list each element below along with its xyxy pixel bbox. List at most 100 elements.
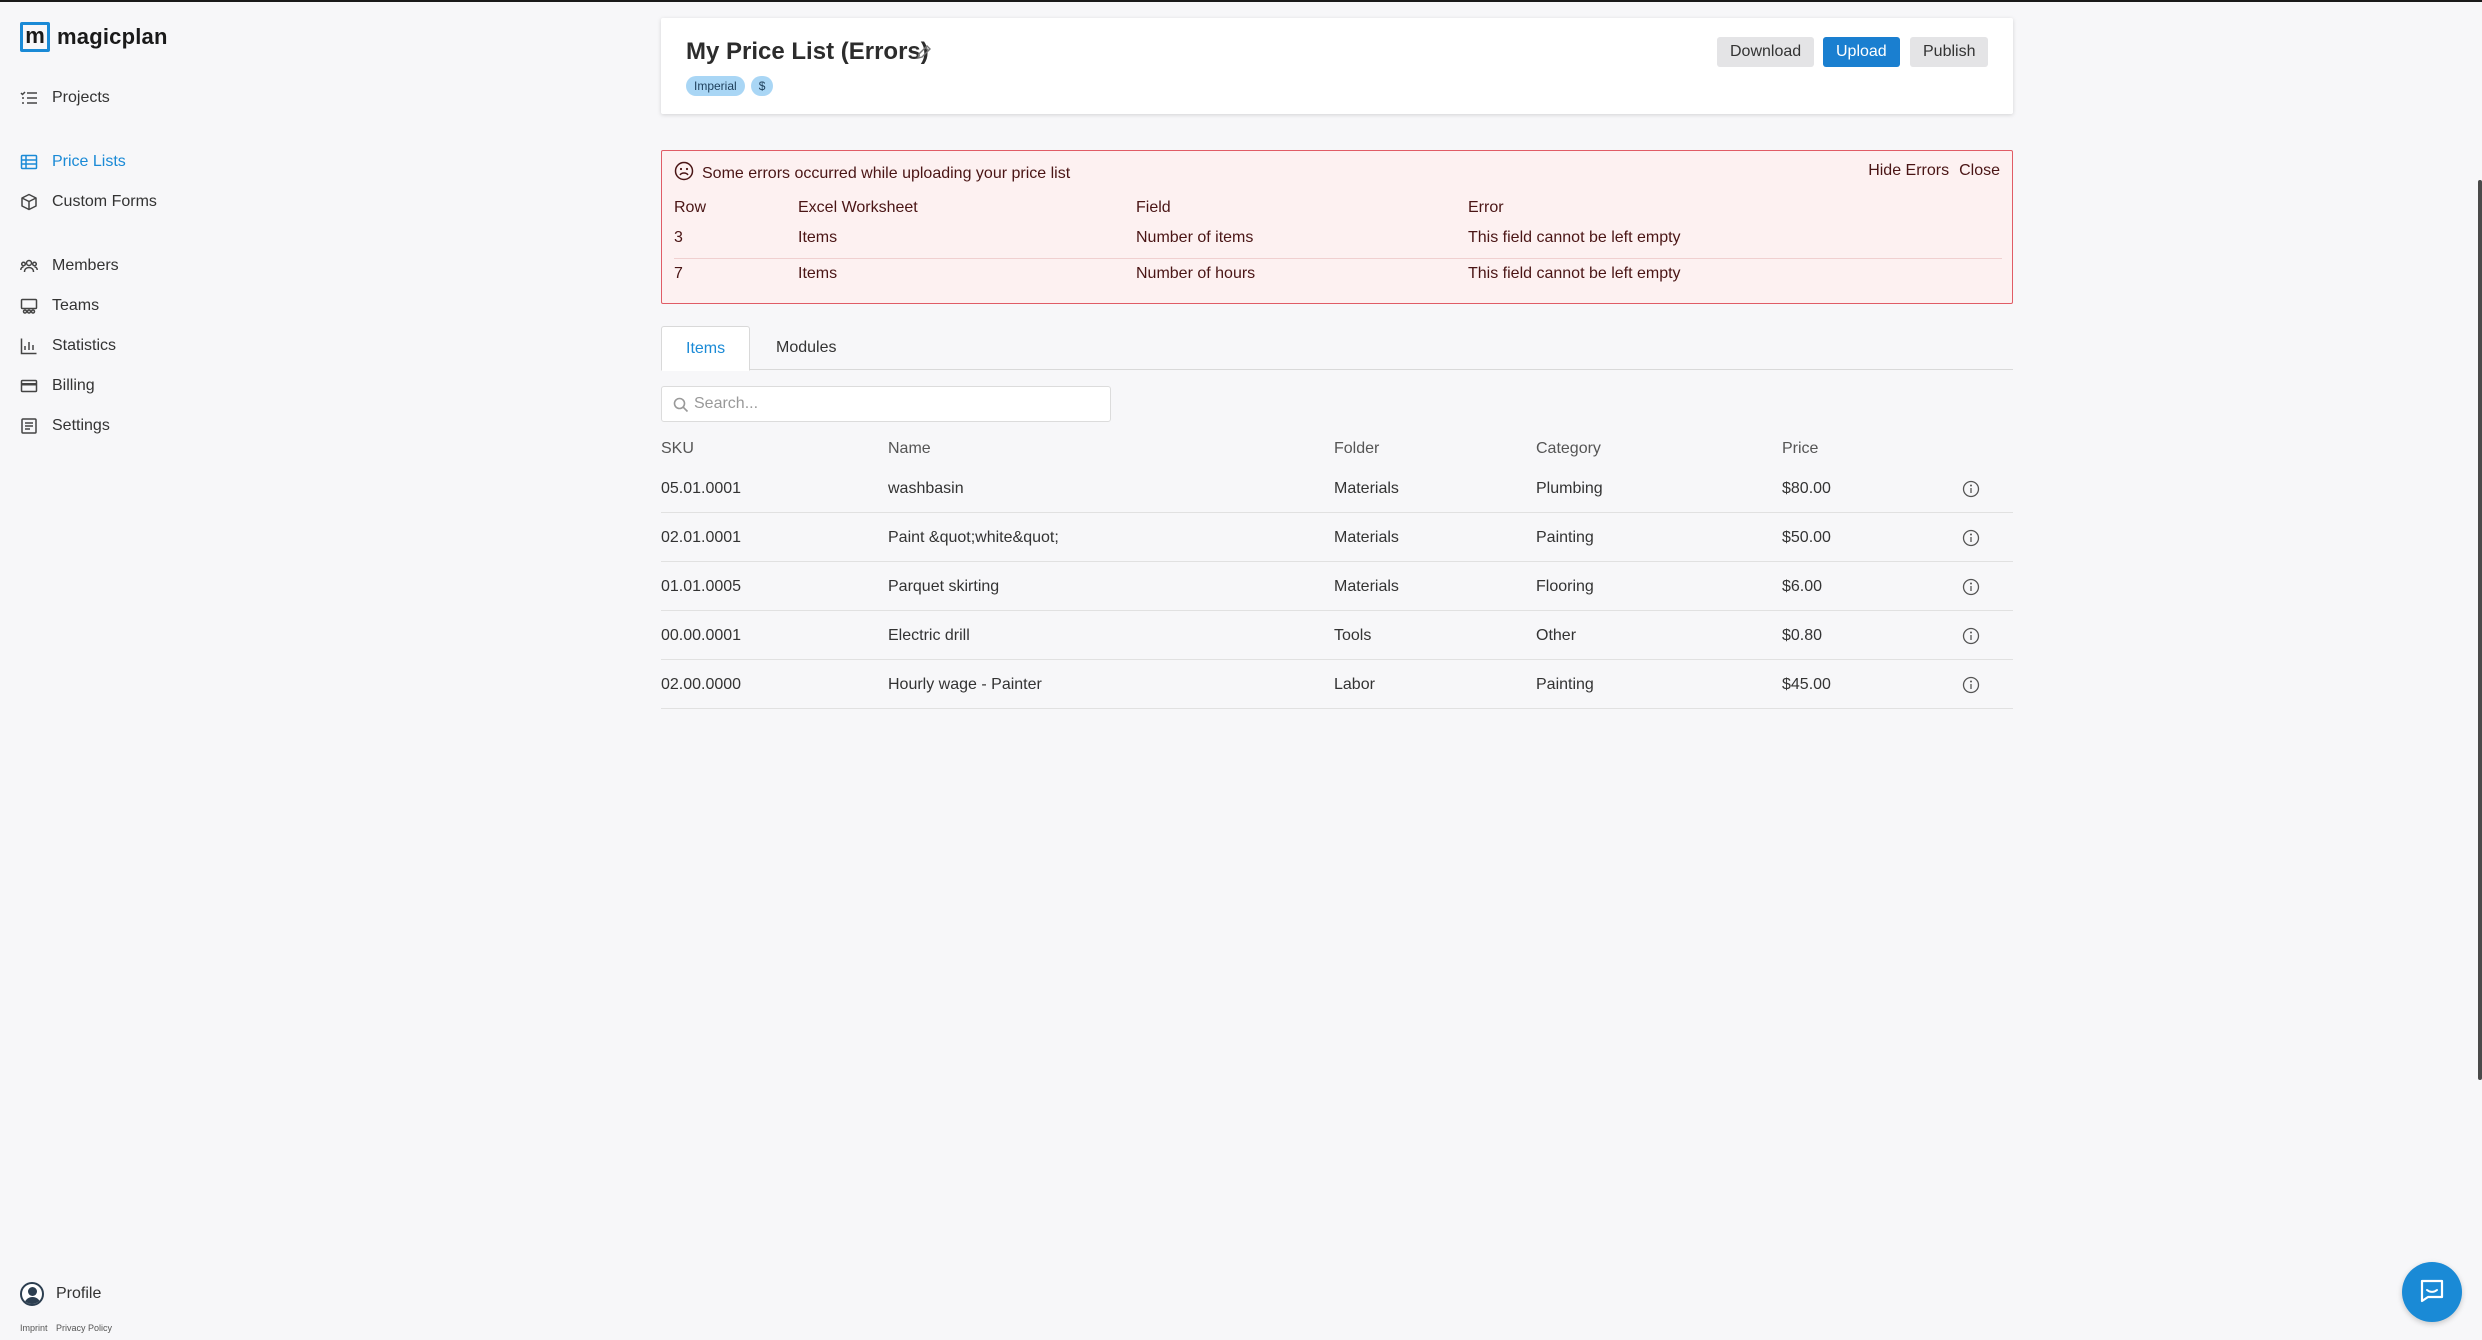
error-cell-worksheet: Items — [798, 229, 838, 246]
table-row[interactable]: 02.00.0000 Hourly wage - Painter Labor P… — [661, 660, 2013, 709]
list-icon — [20, 89, 38, 107]
cell-name: Parquet skirting — [888, 578, 1000, 595]
sidebar-item-settings[interactable]: Settings — [20, 412, 110, 440]
column-header: Error — [1468, 199, 1504, 216]
error-actions: Hide Errors Close — [1858, 162, 2000, 180]
cell-folder: Materials — [1334, 480, 1399, 497]
cell-category: Flooring — [1536, 578, 1594, 595]
avatar — [20, 1282, 44, 1306]
cell-price: $50.00 — [1782, 529, 1831, 546]
chart-icon — [20, 337, 38, 355]
column-header: Excel Worksheet — [798, 199, 918, 216]
search-input[interactable] — [694, 387, 1104, 421]
card-icon — [20, 377, 38, 395]
column-header-category[interactable]: Category — [1536, 440, 1601, 458]
tab-modules[interactable]: Modules — [752, 326, 860, 370]
chat-icon — [2418, 1276, 2446, 1309]
tab-items[interactable]: Items — [661, 326, 751, 371]
download-button[interactable]: Download — [1717, 37, 1815, 67]
search-box — [661, 386, 1111, 422]
logo-mark: m — [20, 22, 50, 52]
cube-icon — [20, 193, 38, 211]
sidebar-item-teams[interactable]: Teams — [20, 292, 99, 320]
cell-category: Painting — [1536, 676, 1594, 693]
sidebar-item-custom-forms[interactable]: Custom Forms — [20, 188, 157, 216]
error-cell-error: This field cannot be left empty — [1468, 229, 1681, 246]
pencil-icon[interactable] — [914, 42, 934, 62]
settings-icon — [20, 417, 38, 435]
users-icon — [20, 257, 38, 275]
cell-category: Painting — [1536, 529, 1594, 546]
error-cell-field: Number of hours — [1136, 265, 1256, 282]
unit-badge: Imperial — [686, 76, 745, 96]
cell-price: $80.00 — [1782, 480, 1831, 497]
sidebar-item-label: Custom Forms — [52, 193, 157, 210]
column-header-sku[interactable]: SKU — [661, 440, 694, 458]
info-icon[interactable] — [1961, 577, 1981, 597]
items-table: SKU Name Folder Category Price 05.01.000… — [661, 436, 2013, 709]
cell-sku: 02.01.0001 — [661, 529, 742, 546]
error-header: Some errors occurred while uploading you… — [674, 161, 1070, 186]
sidebar-item-statistics[interactable]: Statistics — [20, 332, 116, 360]
logo-text: magicplan — [57, 24, 168, 49]
error-cell-worksheet: Items — [798, 265, 838, 282]
scrollbar[interactable] — [2478, 180, 2482, 1080]
hide-errors-button[interactable]: Hide Errors — [1868, 162, 1949, 180]
table-icon — [20, 153, 38, 171]
error-row: 3 Items Number of items This field canno… — [674, 223, 2002, 259]
cell-folder: Materials — [1334, 529, 1399, 546]
cell-name: Paint &quot;white&quot; — [888, 529, 1059, 546]
column-header-name[interactable]: Name — [888, 440, 931, 458]
cell-name: washbasin — [888, 480, 964, 497]
cell-folder: Labor — [1334, 676, 1375, 693]
cell-category: Other — [1536, 627, 1577, 644]
column-header-price[interactable]: Price — [1782, 440, 1818, 458]
cell-sku: 01.01.0005 — [661, 578, 742, 595]
sidebar-item-label: Statistics — [52, 337, 117, 354]
chat-launcher-button[interactable] — [2402, 1262, 2462, 1322]
info-icon[interactable] — [1961, 479, 1981, 499]
table-row[interactable]: 01.01.0005 Parquet skirting Materials Fl… — [661, 562, 2013, 611]
table-row[interactable]: 05.01.0001 washbasin Materials Plumbing … — [661, 464, 2013, 513]
sidebar-item-label: Billing — [52, 377, 95, 394]
sidebar-item-price-lists[interactable]: Price Lists — [20, 148, 126, 176]
info-icon[interactable] — [1961, 528, 1981, 548]
cell-name: Electric drill — [888, 627, 970, 644]
table-row[interactable]: 00.00.0001 Electric drill Tools Other $0… — [661, 611, 2013, 660]
currency-badge: $ — [750, 76, 774, 96]
cell-sku: 00.00.0001 — [661, 627, 742, 644]
cell-price: $6.00 — [1782, 578, 1823, 595]
cell-price: $0.80 — [1782, 627, 1823, 644]
sidebar-item-label: Teams — [52, 297, 100, 314]
top-border — [0, 0, 2482, 2]
close-errors-button[interactable]: Close — [1959, 162, 2000, 180]
column-header-folder[interactable]: Folder — [1334, 440, 1379, 458]
table-row[interactable]: 02.01.0001 Paint &quot;white&quot; Mater… — [661, 513, 2013, 562]
error-table-header: Row Excel Worksheet Field Error — [674, 199, 2002, 223]
error-table: Row Excel Worksheet Field Error 3 Items … — [674, 199, 2002, 295]
sidebar-item-members[interactable]: Members — [20, 252, 119, 280]
upload-button[interactable]: Upload — [1823, 37, 1900, 67]
profile-link[interactable]: Profile — [20, 1282, 101, 1306]
cell-sku: 05.01.0001 — [661, 480, 742, 497]
sidebar-item-label: Projects — [52, 89, 110, 106]
page-title: My Price List (Errors) — [686, 38, 929, 65]
sidebar-item-label: Members — [52, 257, 119, 274]
profile-label: Profile — [56, 1285, 102, 1302]
imprint-link[interactable]: Imprint — [20, 1323, 48, 1333]
column-header: Row — [674, 199, 707, 216]
error-cell-row: 3 — [674, 229, 683, 246]
error-cell-error: This field cannot be left empty — [1468, 265, 1681, 282]
cell-name: Hourly wage - Painter — [888, 676, 1042, 693]
sidebar-item-billing[interactable]: Billing — [20, 372, 95, 400]
sidebar-item-projects[interactable]: Projects — [20, 84, 110, 112]
items-table-header: SKU Name Folder Category Price — [661, 436, 2013, 464]
info-icon[interactable] — [1961, 626, 1981, 646]
error-cell-field: Number of items — [1136, 229, 1254, 246]
info-icon[interactable] — [1961, 675, 1981, 695]
cell-sku: 02.00.0000 — [661, 676, 742, 693]
privacy-policy-link[interactable]: Privacy Policy — [56, 1323, 112, 1333]
app-logo[interactable]: m magicplan — [20, 22, 168, 52]
error-row: 7 Items Number of hours This field canno… — [674, 259, 2002, 295]
publish-button[interactable]: Publish — [1910, 37, 1989, 67]
